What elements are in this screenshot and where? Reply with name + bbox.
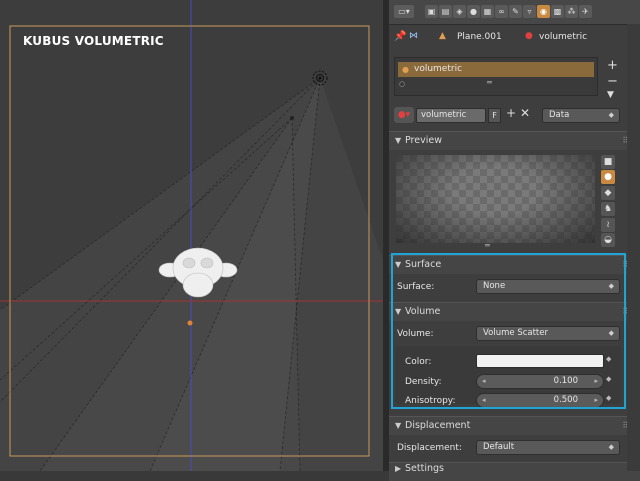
anisotropy-field[interactable]: ◂ 0.500 ▸ (476, 393, 604, 408)
render-layers-icon[interactable]: ▤ (439, 5, 452, 18)
viewport-canvas (0, 0, 383, 471)
fake-user-button[interactable]: F (488, 108, 501, 123)
preview-flat-icon[interactable]: ■ (601, 155, 615, 169)
preview-sphere-sky-icon[interactable]: ◒ (601, 233, 615, 247)
preview-monkey-icon[interactable]: ♞ (601, 202, 615, 216)
density-field[interactable]: ◂ 0.100 ▸ (476, 374, 604, 389)
slot-specials-icon[interactable]: ▼ (607, 90, 614, 100)
volume-shader-dropdown[interactable]: Volume Scatter ◆ (476, 326, 620, 341)
chevron-down-icon: ◆ (608, 282, 614, 290)
surface-label: Surface: (397, 282, 435, 292)
collapse-triangle-icon: ▶ (395, 464, 402, 473)
volume-label: Volume: (397, 329, 434, 339)
volume-panel-title: Volume (405, 306, 441, 317)
object-icon[interactable]: ▦ (481, 5, 494, 18)
material-sphere-icon: ● (525, 31, 533, 41)
list-filter-icon[interactable]: ○ (399, 80, 405, 88)
pin-icon[interactable]: 📌 (394, 31, 406, 42)
unlink-material-icon[interactable]: ✕ (520, 106, 530, 120)
settings-panel-title: Settings (405, 463, 444, 474)
properties-editor-icon[interactable]: ▭▾ (394, 5, 414, 18)
chevron-down-icon: ◆ (608, 443, 614, 451)
world-icon[interactable]: ● (467, 5, 480, 18)
modifiers-icon[interactable]: ✎ (509, 5, 522, 18)
physics-icon[interactable]: ✈ (579, 5, 592, 18)
settings-panel-header[interactable]: ▶ Settings (389, 462, 640, 481)
collapse-triangle-icon: ▼ (395, 307, 402, 316)
material-preview-image (396, 155, 595, 243)
add-slot-icon[interactable]: + (607, 58, 618, 73)
scene-icon[interactable]: ◈ (453, 5, 466, 18)
remove-slot-icon[interactable]: − (607, 74, 618, 89)
link-mode-dropdown[interactable]: Data ◆ (542, 108, 620, 123)
color-link-icon[interactable]: ◆ (606, 355, 611, 363)
chevron-down-icon: ◆ (608, 111, 614, 119)
breadcrumb: 📌 ⋈ ▲ Plane.001 ● volumetric (389, 24, 640, 50)
preview-panel-header[interactable]: ▼ Preview ⠿⠿ (389, 131, 640, 150)
list-resize-handle[interactable]: ═ (487, 78, 492, 87)
surface-panel-title: Surface (405, 259, 442, 270)
material-slot-label: volumetric (414, 64, 463, 74)
material-slot-list[interactable]: ● volumetric ○ ═ (394, 57, 598, 96)
increment-icon[interactable]: ▸ (594, 394, 598, 407)
collapse-triangle-icon: ▼ (395, 260, 402, 269)
list-item[interactable]: ● volumetric (398, 62, 594, 77)
constraints-icon[interactable]: ∞ (495, 5, 508, 18)
scene-data-icon: ⋈ (409, 31, 418, 41)
preview-cube-icon[interactable]: ◆ (601, 186, 615, 200)
surface-shader-value: None (483, 281, 506, 291)
volume-shader-value: Volume Scatter (483, 328, 548, 338)
displacement-label: Displacement: (397, 443, 462, 453)
material-slot-icon: ● (402, 65, 409, 74)
color-swatch[interactable] (476, 354, 604, 368)
anisotropy-value: 0.500 (553, 395, 578, 405)
anisotropy-label: Anisotropy: (405, 396, 456, 406)
properties-editor: ▭▾ ▣ ▤ ◈ ● ▦ ∞ ✎ ▿ ◉ ▩ ⁂ ✈ 📌 ⋈ ▲ Plane.0… (389, 0, 640, 481)
new-material-icon[interactable]: + (506, 106, 516, 120)
volume-panel-header[interactable]: ▼ Volume ⠿⠿ (389, 302, 640, 321)
color-label: Color: (405, 357, 432, 367)
displacement-value: Default (483, 442, 515, 452)
viewport-title: KUBUS VOLUMETRIC (23, 34, 164, 48)
displacement-panel-header[interactable]: ▼ Displacement ⠿⠿ (389, 416, 640, 435)
decrement-icon[interactable]: ◂ (482, 375, 486, 388)
density-value: 0.100 (553, 376, 578, 386)
surface-shader-dropdown[interactable]: None ◆ (476, 279, 620, 294)
scrollbar-track[interactable] (627, 24, 640, 471)
preview-sphere-icon[interactable]: ● (601, 170, 615, 184)
preview-hair-icon[interactable]: ≀ (601, 218, 615, 232)
collapse-triangle-icon: ▼ (395, 136, 402, 145)
anisotropy-link-icon[interactable]: ◆ (606, 394, 611, 402)
material-browse-icon[interactable]: ●▾ (394, 107, 414, 123)
collapse-triangle-icon: ▼ (395, 421, 402, 430)
data-icon[interactable]: ▿ (523, 5, 536, 18)
density-link-icon[interactable]: ◆ (606, 375, 611, 383)
texture-icon[interactable]: ▩ (551, 5, 564, 18)
preview-resize-handle[interactable]: ═ (485, 241, 490, 250)
material-name-field[interactable]: volumetric (416, 108, 486, 123)
surface-panel-header[interactable]: ▼ Surface ⠿⠿ (389, 255, 640, 274)
displacement-panel-title: Displacement (405, 420, 471, 431)
preview-panel-title: Preview (405, 135, 442, 146)
increment-icon[interactable]: ▸ (594, 375, 598, 388)
displacement-dropdown[interactable]: Default ◆ (476, 440, 620, 455)
3d-viewport[interactable]: KUBUS VOLUMETRIC (0, 0, 383, 471)
particles-icon[interactable]: ⁂ (565, 5, 578, 18)
render-icon[interactable]: ▣ (425, 5, 438, 18)
properties-header: ▭▾ ▣ ▤ ◈ ● ▦ ∞ ✎ ▿ ◉ ▩ ⁂ ✈ (389, 0, 640, 25)
breadcrumb-object: Plane.001 (457, 32, 502, 42)
decrement-icon[interactable]: ◂ (482, 394, 486, 407)
origin-point (187, 320, 193, 326)
mesh-object-icon: ▲ (439, 31, 446, 41)
link-mode-value: Data (549, 110, 570, 120)
material-icon[interactable]: ◉ (537, 5, 550, 18)
breadcrumb-material: volumetric (539, 32, 588, 42)
density-label: Density: (405, 377, 442, 387)
chevron-down-icon: ◆ (608, 329, 614, 337)
preview-vignette (396, 155, 595, 243)
